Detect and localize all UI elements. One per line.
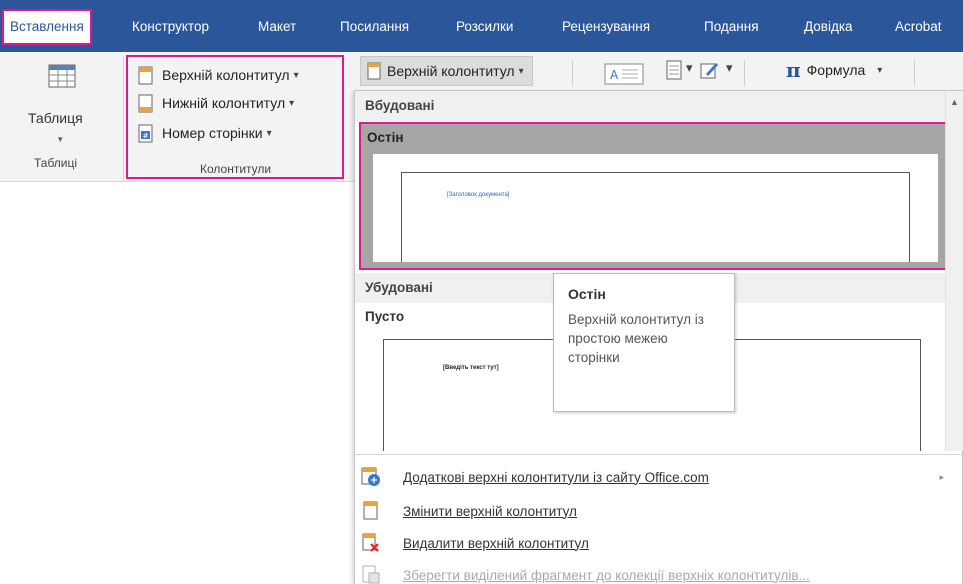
chevron-right-icon: ▸ <box>939 471 944 482</box>
separator <box>744 60 745 86</box>
tab-acrobat[interactable]: Acrobat <box>895 10 942 44</box>
office-web-icon <box>361 467 381 487</box>
menu-item-label: Змінити верхній колонтитул <box>403 503 577 519</box>
document-area <box>0 182 352 584</box>
menu-item-label: Зберегти виділений фрагмент до колекції … <box>403 567 810 583</box>
chevron-down-icon: ▾ <box>289 97 295 109</box>
formula-button[interactable]: π Формула ▾ <box>786 58 882 82</box>
page-number-icon: # <box>138 124 154 143</box>
header-button-label: Верхній колонтитул <box>162 67 290 83</box>
formula-label: Формула <box>806 62 866 78</box>
footer-button-label: Нижній колонтитул <box>162 95 286 111</box>
gallery-item-thumbnail: [Заголовок документа] <box>373 154 938 262</box>
footer-page-icon <box>138 94 154 113</box>
header-button[interactable]: Верхній колонтитул ▾ <box>138 63 299 87</box>
header-menu: Додаткові верхні колонтитули із сайту Of… <box>355 454 962 584</box>
tooltip-title: Остін <box>568 286 606 302</box>
gallery-item-title: Остін <box>367 130 404 145</box>
signature-line-icon[interactable] <box>700 60 720 80</box>
menu-item-save-selection[interactable]: Зберегти виділений фрагмент до колекції … <box>355 559 962 584</box>
header-footer-group-label: Колонтитули <box>200 162 272 176</box>
tab-layout[interactable]: Макет <box>258 10 296 44</box>
menu-item-more-headers[interactable]: Додаткові верхні колонтитули із сайту Of… <box>355 461 962 493</box>
chevron-down-icon: ▾ <box>518 65 524 77</box>
chevron-down-icon: ▾ <box>58 134 63 144</box>
footer-button[interactable]: Нижній колонтитул ▾ <box>138 91 294 115</box>
remove-header-icon <box>361 533 381 553</box>
gallery-scrollbar[interactable]: ▲ <box>945 91 963 451</box>
text-box-icon[interactable]: A <box>604 62 644 86</box>
quick-parts-icon[interactable] <box>666 60 682 80</box>
chevron-down-icon: ▾ <box>877 64 883 76</box>
tab-view[interactable]: Подання <box>704 10 759 44</box>
pi-icon: π <box>786 58 801 82</box>
tab-design[interactable]: Конструктор <box>132 10 209 44</box>
tab-review[interactable]: Рецензування <box>562 10 650 44</box>
chevron-down-icon: ▾ <box>266 127 272 139</box>
gallery-item-austin[interactable]: Остін [Заголовок документа] <box>359 122 948 270</box>
thumbnail-placeholder: [Введіть текст тут] <box>443 365 499 371</box>
page-number-button[interactable]: # Номер сторінки ▾ <box>138 121 272 145</box>
thumbnail-placeholder: [Заголовок документа] <box>447 192 510 198</box>
separator <box>572 60 573 86</box>
save-selection-icon <box>361 565 381 584</box>
svg-text:A: A <box>610 68 619 82</box>
tab-references[interactable]: Посилання <box>340 10 409 44</box>
gallery-item-title: Пусто <box>365 309 405 324</box>
header-page-icon <box>138 66 154 85</box>
chevron-down-icon: ▾ <box>686 60 693 75</box>
header-footer-group: Верхній колонтитул ▾ Нижній колонтитул ▾… <box>126 55 344 179</box>
scroll-up-icon[interactable]: ▲ <box>950 97 959 107</box>
menu-item-remove-header[interactable]: Видалити верхній колонтитул <box>355 527 962 559</box>
separator <box>914 60 915 86</box>
ribbon-context-row: Верхній колонтитул ▾ A ▾ ▾ π Формула ▾ <box>352 54 963 94</box>
gallery-tooltip: Остін Верхній колонтитул із простою меже… <box>553 273 735 412</box>
header-page-icon <box>367 62 381 80</box>
menu-item-label: Додаткові верхні колонтитули із сайту Of… <box>403 469 709 485</box>
tables-group: Таблиця ▾ Таблиці <box>16 56 124 180</box>
section-builtin: Вбудовані <box>355 91 945 121</box>
menu-item-edit-header[interactable]: Змінити верхній колонтитул <box>355 495 962 527</box>
tab-help[interactable]: Довідка <box>804 10 853 44</box>
page-number-button-label: Номер сторінки <box>162 125 263 141</box>
ribbon-tab-bar: Вставлення Конструктор Макет Посилання Р… <box>0 0 963 52</box>
menu-item-label: Видалити верхній колонтитул <box>403 535 589 551</box>
tables-group-label: Таблиці <box>34 156 78 170</box>
table-icon <box>48 64 76 88</box>
header-dropdown-button[interactable]: Верхній колонтитул ▾ <box>360 56 533 86</box>
table-button[interactable]: Таблиця <box>28 110 83 126</box>
chevron-down-icon: ▾ <box>726 60 733 75</box>
svg-text:#: # <box>143 132 149 140</box>
thumbnail-page-border <box>401 172 910 262</box>
tab-mailings[interactable]: Розсилки <box>456 10 513 44</box>
tab-insert[interactable]: Вставлення <box>2 9 92 45</box>
tooltip-body: Верхній колонтитул із простою межею стор… <box>568 312 704 365</box>
header-dropdown-label: Верхній колонтитул <box>387 63 515 79</box>
edit-header-icon <box>361 501 381 521</box>
chevron-down-icon: ▾ <box>293 69 299 81</box>
